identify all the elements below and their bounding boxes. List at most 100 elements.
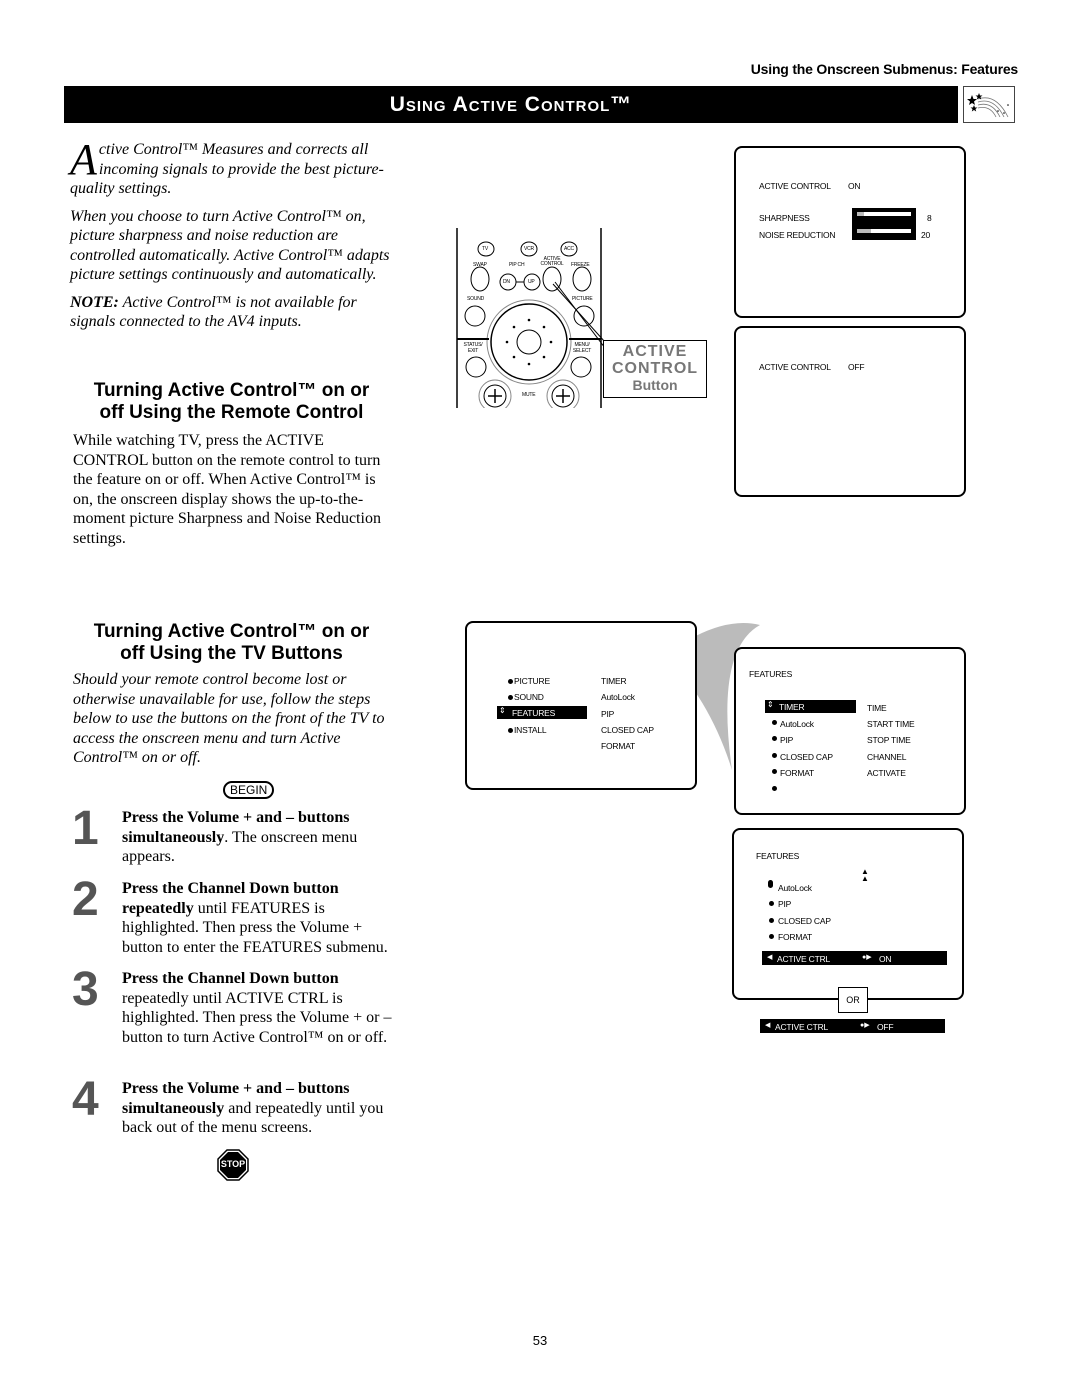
menu-item-autolock[interactable]: AutoLock: [780, 719, 814, 729]
osd-active-control-off: ACTIVE CONTROL OFF: [734, 326, 966, 497]
sharpness-bar-fill: [857, 212, 865, 216]
step-number: 2: [72, 873, 99, 926]
submenu-item: CHANNEL: [867, 752, 907, 762]
intro-paragraph: Active Control™ Measures and corrects al…: [70, 135, 384, 198]
or-label: OR: [838, 987, 868, 1013]
active-ctrl-label: ACTIVE CTRL: [775, 1022, 829, 1032]
bullet-icon: [769, 901, 774, 906]
step-number: 4: [72, 1073, 99, 1126]
remote-section-heading: Turning Active Control™ on or off Using …: [93, 380, 370, 423]
bullet-icon: [508, 728, 513, 733]
features-title: FEATURES: [756, 851, 800, 861]
menu-item-features-highlight[interactable]: ⇕ FEATURES: [497, 706, 587, 719]
stop-sign-icon: STOP: [217, 1149, 249, 1181]
submenu-item: ACTIVATE: [867, 768, 906, 778]
menu-item-features: FEATURES: [512, 708, 556, 718]
tv-section-heading: Turning Active Control™ on or off Using …: [93, 621, 370, 664]
menu-item-format[interactable]: FORMAT: [780, 768, 814, 778]
menu-item-autolock[interactable]: AutoLock: [778, 883, 812, 893]
noise-reduction-label: NOISE REDUCTION: [759, 230, 836, 240]
step-2: 2 Press the Channel Down button repeated…: [72, 873, 388, 956]
stop-label: STOP: [220, 1159, 246, 1169]
status-exit-button[interactable]: STATUS/ EXIT: [461, 342, 485, 354]
bullet-icon: [508, 679, 513, 684]
step-number: 1: [72, 802, 99, 855]
noise-bar-fill: [857, 229, 871, 233]
channel-up-button[interactable]: UP: [528, 279, 535, 285]
bullet-icon: [772, 786, 777, 791]
remote-section-body: While watching TV, press the ACTIVE CONT…: [73, 432, 381, 547]
intro-paragraph-2: When you choose to turn Active Control™ …: [70, 207, 390, 284]
active-control-callout: ACTIVE CONTROL Button: [603, 340, 707, 398]
submenu-item: AutoLock: [601, 692, 635, 702]
page-number: 53: [532, 1333, 548, 1348]
menu-item-timer-highlight[interactable]: ⇕ TIMER: [765, 700, 856, 713]
menu-select-button[interactable]: MENU/ SELECT: [569, 342, 595, 354]
swap-button[interactable]: SWAP: [473, 262, 487, 268]
menu-item-pip[interactable]: PIP: [778, 899, 791, 909]
osd-active-ctrl-menu: FEATURES ▲ ▲ AutoLock PIP CLOSED CAP FORM…: [732, 828, 964, 1000]
osd-active-control-state: ON: [848, 181, 861, 191]
submenu-item: TIME: [867, 703, 887, 713]
submenu-item: PIP: [601, 709, 615, 719]
vcr-button[interactable]: VCR: [524, 246, 534, 252]
running-head: Using the Onscreen Submenus: Features: [750, 61, 1018, 77]
step-4: 4 Press the Volume + and – buttons simul…: [72, 1073, 384, 1137]
scroll-up-arrows-icon[interactable]: ▲ ▲: [861, 868, 869, 883]
menu-item-sound[interactable]: SOUND: [514, 692, 544, 702]
bullet-icon: [772, 720, 777, 725]
tv-button[interactable]: TV: [482, 246, 488, 252]
freeze-button[interactable]: FREEZE: [571, 262, 590, 268]
menu-item-pip[interactable]: PIP: [780, 735, 793, 745]
bullet-icon: [769, 918, 774, 923]
bullet-icon: [768, 880, 773, 888]
noise-bar: [857, 229, 911, 233]
step-number: 3: [72, 963, 99, 1016]
bullet-icon: [769, 934, 774, 939]
active-ctrl-on-row[interactable]: ◀ ACTIVE CTRL ●▶ ON: [762, 951, 947, 965]
pip-ch-label: PIP CH: [509, 262, 525, 268]
bullet-icon: [772, 736, 777, 741]
sound-button[interactable]: SOUND: [467, 296, 484, 302]
noise-reduction-value: 20: [921, 230, 931, 240]
drop-cap: A: [70, 135, 97, 184]
intro-note: NOTE: Active Control™ is not available f…: [70, 293, 357, 331]
bullet-icon: [508, 695, 513, 700]
active-ctrl-value: OFF: [877, 1022, 894, 1032]
selector-arrows-icon: ⇕: [499, 706, 506, 715]
intro-text: Active Control™ Measures and corrects al…: [70, 135, 395, 340]
active-ctrl-label: ACTIVE CTRL: [777, 954, 831, 964]
dot-arrow-icon: ●▶: [860, 1021, 870, 1029]
osd-active-control-label: ACTIVE CONTROL: [759, 181, 831, 191]
bullet-icon: [772, 769, 777, 774]
selector-arrows-icon: ⇕: [767, 700, 774, 709]
begin-badge: BEGIN: [223, 781, 275, 799]
page-title: Using Active Control™: [389, 92, 633, 116]
left-arrow-icon: ◀: [767, 953, 773, 961]
sharpness-label: SHARPNESS: [759, 213, 810, 223]
step-3: 3 Press the Channel Down button repeated…: [72, 963, 392, 1046]
menu-item-picture[interactable]: PICTURE: [514, 676, 550, 686]
active-control-button[interactable]: ACTIVE CONTROL: [539, 257, 565, 267]
tv-section-intro: Should your remote control become lost o…: [73, 671, 385, 766]
submenu-item: START TIME: [867, 719, 915, 729]
osd-active-control-label: ACTIVE CONTROL: [759, 362, 831, 372]
title-bar: Using Active Control™: [64, 86, 958, 123]
step-1: 1 Press the Volume + and – buttons simul…: [72, 802, 358, 866]
acc-button[interactable]: ACC: [564, 246, 574, 252]
mute-button[interactable]: MUTE: [522, 392, 536, 398]
channel-down-button[interactable]: DN: [503, 279, 510, 285]
menu-item-install[interactable]: INSTALL: [514, 725, 547, 735]
active-ctrl-off-row[interactable]: ◀ ACTIVE CTRL ●▶ OFF: [760, 1019, 945, 1033]
menu-item-format[interactable]: FORMAT: [778, 932, 812, 942]
picture-button[interactable]: PICTURE: [572, 296, 593, 302]
features-title: FEATURES: [749, 669, 793, 679]
menu-item-closed-cap[interactable]: CLOSED CAP: [778, 916, 831, 926]
active-ctrl-value: ON: [879, 954, 892, 964]
submenu-item: FORMAT: [601, 741, 636, 751]
osd-active-control-state: OFF: [848, 362, 865, 372]
shooting-stars-icon: [963, 86, 1015, 123]
sharpness-value: 8: [927, 213, 932, 223]
bullet-icon: [772, 753, 777, 758]
menu-item-closed-cap[interactable]: CLOSED CAP: [780, 752, 833, 762]
